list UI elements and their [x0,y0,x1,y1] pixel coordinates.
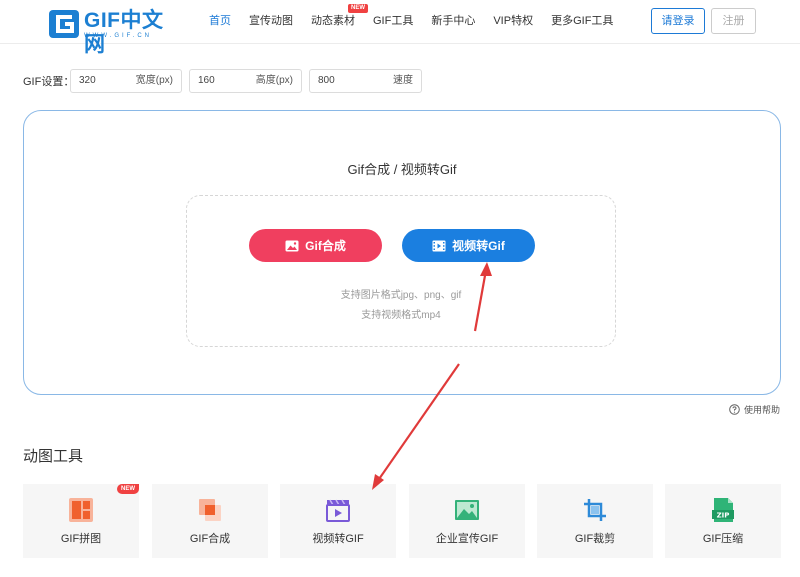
tool-video-to-gif-label: 视频转GIF [312,533,364,545]
main-nav: 首页 宣传动图 动态素材 NEW GIF工具 新手中心 VIP特权 更多GIF工具 [200,4,622,29]
svg-text:ZIP: ZIP [717,512,730,520]
tools-grid: GIF拼图 NEW GIF合成 视频转GIF 企业宣传GIF GIF裁剪 ZIP… [23,484,783,558]
logo-mark-icon [49,10,79,38]
card-title: Gif合成 / 视频转Gif [347,162,457,177]
width-input[interactable] [79,70,139,92]
top-header: GIF中文网 WWW.GIF.CN 首页 宣传动图 动态素材 NEW GIF工具 … [0,0,800,56]
height-input[interactable] [198,70,258,92]
video-to-gif-label: 视频转Gif [452,239,505,253]
tool-enterprise-gif-label: 企业宣传GIF [435,533,499,545]
tool-gif-compress-label: GIF压缩 [702,533,744,545]
nav-beginner-center-label: 新手中心 [431,15,476,27]
tool-gif-collage-label: GIF拼图 [60,533,102,545]
nav-vip-label: VIP特权 [493,15,534,27]
tools-section-title: 动图工具 [23,448,84,465]
speed-field-box: 速度 [309,69,422,93]
login-button[interactable]: 请登录 [651,8,705,34]
speed-unit-label: 速度 [393,75,413,86]
gif-settings-label: GIF设置： [23,76,75,88]
help-link[interactable]: 使用帮助 [729,403,780,416]
height-field-box: 高度(px) [189,69,302,93]
nav-home-label: 首页 [209,15,231,27]
help-label: 使用帮助 [744,405,781,415]
video-to-gif-button[interactable]: 视频转Gif [402,229,535,262]
question-circle-icon [729,404,740,415]
nav-gif-tools-label: GIF工具 [373,15,414,27]
nav-beginner-center[interactable]: 新手中心 [422,13,484,29]
tool-enterprise-gif[interactable]: 企业宣传GIF [409,484,525,558]
grid-collage-icon [69,498,93,522]
nav-animated-assets-label: 动态素材 [311,15,355,27]
speed-input[interactable] [318,70,378,92]
nav-more-tools-label: 更多GIF工具 [551,15,614,27]
nav-home[interactable]: 首页 [200,13,240,29]
video-clapper-icon [326,499,350,522]
tool-gif-crop[interactable]: GIF裁剪 [537,484,653,558]
tool-gif-compress[interactable]: ZIP GIF压缩 [665,484,781,558]
gif-settings-row: GIF设置： 宽度(px) 高度(px) 速度 [23,69,443,93]
width-field-box: 宽度(px) [70,69,182,93]
tool-gif-crop-label: GIF裁剪 [574,533,616,545]
upload-dropzone[interactable]: Gif合成 视频转Gif 支持图片格式jpg、png、gif 支持视频格式mp4 [186,195,616,347]
film-icon [432,240,446,251]
layers-compose-icon [199,499,221,521]
nav-gif-tools[interactable]: GIF工具 [364,13,422,29]
crop-icon [584,499,606,521]
nav-promo-gifs-label: 宣传动图 [249,15,293,27]
upload-card: Gif合成 / 视频转Gif Gif合成 视频转Gif 支持图片格式jpg、pn… [23,110,781,395]
new-badge: NEW [348,4,368,13]
tool-gif-compose[interactable]: GIF合成 [152,484,268,558]
nav-more-tools[interactable]: 更多GIF工具 [542,13,622,29]
image-format-hint: 支持图片格式jpg、png、gif [340,290,462,301]
height-unit-label: 高度(px) [255,75,293,86]
tool-gif-collage[interactable]: GIF拼图 NEW [23,484,139,558]
tool-gif-compose-label: GIF合成 [189,533,231,545]
logo-subtext: WWW.GIF.CN [84,33,152,39]
zip-file-icon: ZIP [712,498,734,522]
nav-vip[interactable]: VIP特权 [484,13,542,29]
register-button[interactable]: 注册 [711,8,756,34]
image-icon [285,240,299,251]
gif-compose-button[interactable]: Gif合成 [249,229,382,262]
width-unit-label: 宽度(px) [135,75,173,86]
video-format-hint: 支持视频格式mp4 [361,310,441,321]
nav-animated-assets[interactable]: 动态素材 NEW [302,4,368,29]
image-landscape-icon [455,500,479,520]
site-logo[interactable]: GIF中文网 WWW.GIF.CN [48,9,173,56]
tool-video-to-gif[interactable]: 视频转GIF [280,484,396,558]
new-badge: NEW [117,484,139,494]
gif-compose-label: Gif合成 [305,239,346,253]
nav-promo-gifs[interactable]: 宣传动图 [240,13,302,29]
